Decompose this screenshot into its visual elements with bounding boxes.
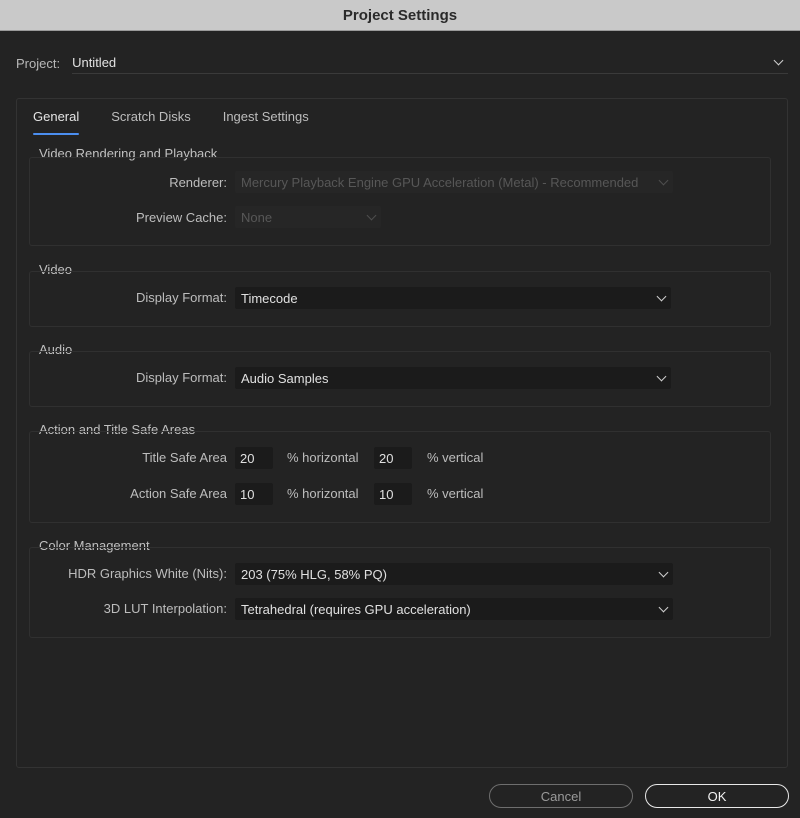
audio-display-format-dropdown[interactable]: Audio Samples xyxy=(235,367,671,389)
safe-areas-group xyxy=(29,431,771,523)
preview-cache-label: Preview Cache: xyxy=(135,210,227,225)
audio-display-format-label: Display Format: xyxy=(135,370,227,385)
title-safe-horizontal-input[interactable]: 20 xyxy=(235,447,273,469)
lut-interpolation-dropdown[interactable]: Tetrahedral (requires GPU acceleration) xyxy=(235,598,673,620)
renderer-label: Renderer: xyxy=(169,175,227,190)
chevron-down-icon xyxy=(656,291,667,301)
lut-interpolation-value: Tetrahedral (requires GPU acceleration) xyxy=(241,601,471,617)
renderer-value: Mercury Playback Engine GPU Acceleration… xyxy=(241,174,639,190)
audio-display-format-value: Audio Samples xyxy=(241,370,329,386)
action-safe-label: Action Safe Area xyxy=(130,486,227,501)
action-safe-vertical-input[interactable]: 10 xyxy=(374,483,412,505)
chevron-down-icon xyxy=(366,210,377,220)
chevron-down-icon xyxy=(656,371,667,381)
window-title: Project Settings xyxy=(342,6,458,24)
preview-cache-value: None xyxy=(241,209,273,225)
chevron-down-icon xyxy=(658,567,669,577)
hdr-white-dropdown[interactable]: 203 (75% HLG, 58% PQ) xyxy=(235,563,673,585)
title-safe-horizontal-unit: % horizontal xyxy=(287,450,359,465)
renderer-dropdown[interactable]: Mercury Playback Engine GPU Acceleration… xyxy=(235,171,673,193)
settings-panel: General Scratch Disks Ingest Settings Vi… xyxy=(16,98,788,768)
title-safe-label: Title Safe Area xyxy=(142,450,227,465)
video-display-format-label: Display Format: xyxy=(135,290,227,305)
cancel-button[interactable]: Cancel xyxy=(489,784,633,808)
color-management-group xyxy=(29,547,771,638)
tab-ingest-settings[interactable]: Ingest Settings xyxy=(223,109,309,135)
video-display-format-dropdown[interactable]: Timecode xyxy=(235,287,671,309)
hdr-white-value: 203 (75% HLG, 58% PQ) xyxy=(241,566,387,582)
project-label: Project: xyxy=(16,55,61,71)
action-safe-vertical-unit: % vertical xyxy=(427,486,484,501)
chevron-down-icon xyxy=(658,602,669,612)
action-safe-horizontal-unit: % horizontal xyxy=(287,486,359,501)
chevron-down-icon xyxy=(658,175,669,185)
video-display-format-value: Timecode xyxy=(241,290,298,306)
title-safe-vertical-input[interactable]: 20 xyxy=(374,447,412,469)
lut-interpolation-label: 3D LUT Interpolation: xyxy=(103,601,227,616)
project-select[interactable]: Untitled xyxy=(72,52,788,74)
hdr-white-label: HDR Graphics White (Nits): xyxy=(68,566,227,581)
title-safe-vertical-unit: % vertical xyxy=(427,450,484,465)
tab-scratch-disks[interactable]: Scratch Disks xyxy=(111,109,190,135)
tab-bar: General Scratch Disks Ingest Settings xyxy=(33,109,309,135)
tab-general[interactable]: General xyxy=(33,109,80,135)
preview-cache-dropdown[interactable]: None xyxy=(235,206,381,228)
ok-button[interactable]: OK xyxy=(645,784,789,808)
action-safe-horizontal-input[interactable]: 10 xyxy=(235,483,273,505)
project-value: Untitled xyxy=(72,55,117,70)
chevron-down-icon xyxy=(773,55,784,66)
window-titlebar: Project Settings xyxy=(0,0,800,31)
project-row: Project: Untitled xyxy=(16,52,788,74)
